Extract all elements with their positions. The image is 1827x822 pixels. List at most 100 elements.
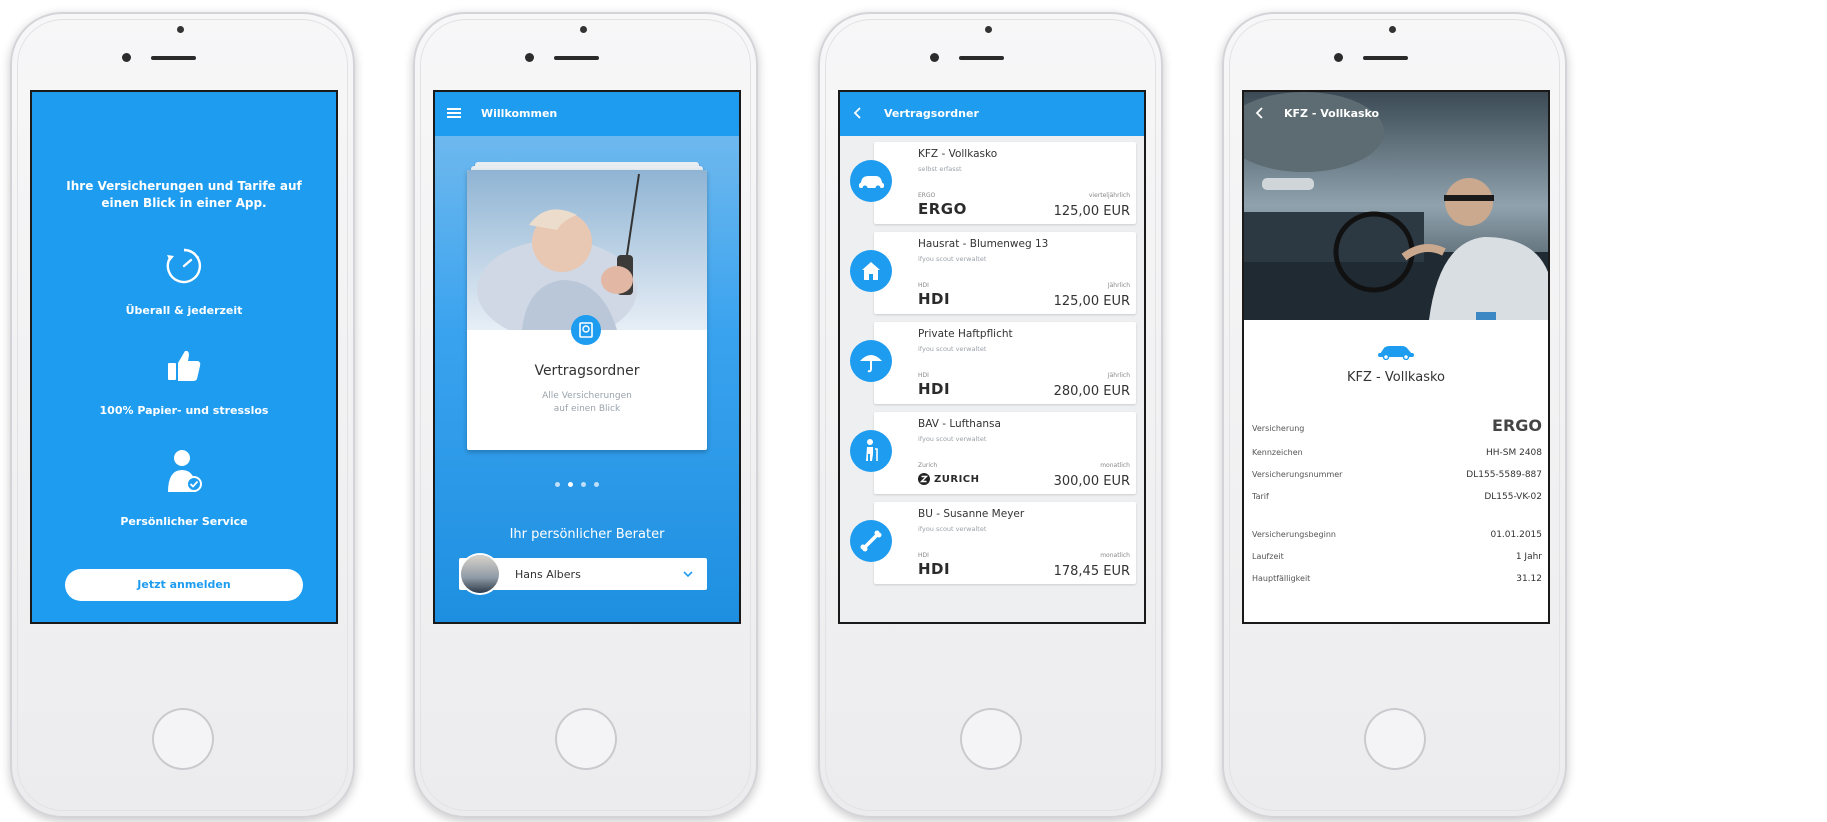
zurich-logo-icon [918, 473, 930, 485]
phone-contracts: Vertragsordner KFZ - Vollkasko selbst er… [818, 12, 1163, 818]
chevron-down-icon [681, 568, 695, 580]
detail-title: KFZ - Vollkasko [1347, 370, 1445, 385]
payment-period: monatlich [1100, 462, 1130, 469]
detail-value: 31.12 [1516, 574, 1542, 584]
payment-period: monatlich [1100, 552, 1130, 559]
hamburger-menu-icon[interactable] [447, 107, 461, 119]
carousel-dot[interactable] [581, 482, 586, 487]
front-camera [580, 26, 587, 33]
contract-card: BAV - Lufthansa ifyou scout verwaltet Zu… [874, 412, 1136, 494]
insurer-small-label: HDI [918, 552, 929, 559]
contract-row[interactable]: BAV - Lufthansa ifyou scout verwaltet Zu… [844, 412, 1136, 494]
carousel-dot-active[interactable] [568, 482, 573, 487]
umbrella-icon [850, 340, 892, 382]
contracts-screen: Vertragsordner KFZ - Vollkasko selbst er… [840, 92, 1144, 622]
insurer-logo: HDI [918, 380, 951, 398]
detail-key: Versicherung [1252, 424, 1305, 433]
detail-key: Kennzeichen [1252, 448, 1303, 457]
contract-source: selbst erfasst [918, 165, 962, 173]
detail-screen: KFZ - Vollkasko KFZ - Vollkasko Versiche… [1244, 92, 1548, 622]
contract-source: ifyou scout verwaltet [918, 255, 987, 263]
home-button[interactable] [1364, 708, 1426, 770]
house-icon [850, 250, 892, 292]
vertragsordner-card[interactable]: Vertragsordner Alle Versicherungen auf e… [467, 170, 707, 450]
feature-anytime-label: Überall & jederzeit [125, 304, 243, 317]
card-subtitle: Alle Versicherungen auf einen Blick [542, 391, 632, 414]
earpiece-speaker [1363, 56, 1408, 60]
phone-onboarding: Ihre Versicherungen und Tarife auf einen… [10, 12, 355, 818]
contract-card: KFZ - Vollkasko selbst erfasst ERGO ERGO… [874, 142, 1136, 224]
carousel-dot[interactable] [594, 482, 599, 487]
contract-row[interactable]: Hausrat - Blumenweg 13 ifyou scout verwa… [844, 232, 1136, 314]
payment-period: Jährlich [1107, 282, 1130, 289]
home-button[interactable] [555, 708, 617, 770]
contract-row[interactable]: Private Haftpflicht ifyou scout verwalte… [844, 322, 1136, 404]
folder-badge-icon [571, 315, 601, 345]
advisor-select[interactable]: Hans Albers [459, 555, 707, 593]
advisor-name: Hans Albers [515, 568, 581, 581]
contracts-title: Vertragsordner [884, 107, 979, 120]
contract-title: BU - Susanne Meyer [918, 508, 1025, 520]
phone-welcome: Willkommen Vertragsordner Alle Versicher… [413, 12, 758, 818]
detail-row: Laufzeit 1 Jahr [1252, 550, 1542, 568]
proximity-sensor [525, 53, 534, 62]
feature-paperless-label: 100% Papier- und stresslos [99, 404, 269, 417]
onboarding-headline: Ihre Versicherungen und Tarife auf einen… [66, 179, 302, 210]
detail-row: Tarif DL155-VK-02 [1252, 490, 1542, 508]
detail-value: 01.01.2015 [1490, 530, 1542, 540]
payment-period: vierteljährlich [1088, 192, 1130, 199]
earpiece-speaker [554, 56, 599, 60]
detail-value: DL155-VK-02 [1484, 492, 1542, 502]
phone-detail: KFZ - Vollkasko KFZ - Vollkasko Versiche… [1222, 12, 1567, 818]
cane-person-icon [850, 430, 892, 472]
proximity-sensor [930, 53, 939, 62]
advisor-avatar [461, 555, 499, 593]
contract-amount: 125,00 EUR [1053, 204, 1130, 219]
proximity-sensor [122, 53, 131, 62]
insurer-small-label: Zurich [918, 462, 938, 469]
contract-row[interactable]: BU - Susanne Meyer ifyou scout verwaltet… [844, 502, 1136, 584]
detail-key: Hauptfälligkeit [1252, 574, 1311, 583]
detail-row: Hauptfälligkeit 31.12 [1252, 572, 1542, 590]
home-button[interactable] [960, 708, 1022, 770]
contract-title: Private Haftpflicht [918, 328, 1013, 340]
card-title: Vertragsordner [534, 363, 640, 379]
detail-key: Laufzeit [1252, 552, 1284, 561]
contract-title: BAV - Lufthansa [918, 418, 1001, 430]
contract-amount: 178,45 EUR [1053, 564, 1130, 579]
detail-key: Versicherungsnummer [1252, 470, 1343, 479]
detail-app-bar: KFZ - Vollkasko [1244, 92, 1548, 136]
thumbs-up-icon [164, 346, 204, 386]
detail-value: DL155-5589-887 [1466, 470, 1542, 480]
contract-amount: 300,00 EUR [1053, 474, 1130, 489]
back-arrow-icon[interactable] [1254, 106, 1266, 120]
contract-title: KFZ - Vollkasko [918, 148, 998, 160]
contract-amount: 280,00 EUR [1053, 384, 1130, 399]
contracts-app-bar: Vertragsordner [840, 92, 1144, 136]
contract-source: ifyou scout verwaltet [918, 525, 987, 533]
contract-row[interactable]: KFZ - Vollkasko selbst erfasst ERGO ERGO… [844, 142, 1136, 224]
welcome-app-bar: Willkommen [435, 92, 739, 136]
earpiece-speaker [959, 56, 1004, 60]
contract-source: ifyou scout verwaltet [918, 345, 987, 353]
feature-service-label: Persönlicher Service [120, 515, 248, 528]
welcome-title: Willkommen [481, 107, 558, 120]
insurer-small-label: ERGO [918, 192, 936, 199]
insurer-small-label: HDI [918, 282, 929, 289]
contract-amount: 125,00 EUR [1053, 294, 1130, 309]
payment-period: Jährlich [1107, 372, 1130, 379]
detail-header: KFZ - Vollkasko [1284, 107, 1380, 120]
welcome-screen: Willkommen Vertragsordner Alle Versicher… [435, 92, 739, 622]
contract-card: Private Haftpflicht ifyou scout verwalte… [874, 322, 1136, 404]
insurer-logo: HDI [918, 290, 951, 308]
detail-key: Versicherungsbeginn [1252, 530, 1336, 539]
advisor-heading: Ihr persönlicher Berater [509, 527, 665, 542]
detail-key: Tarif [1252, 492, 1269, 501]
register-button[interactable]: Jetzt anmelden [65, 569, 303, 601]
detail-row: Versicherungsbeginn 01.01.2015 [1252, 528, 1542, 546]
front-camera [1389, 26, 1396, 33]
back-arrow-icon[interactable] [852, 106, 864, 120]
carousel-dot[interactable] [555, 482, 560, 487]
home-button[interactable] [152, 708, 214, 770]
clock-icon [164, 246, 204, 286]
